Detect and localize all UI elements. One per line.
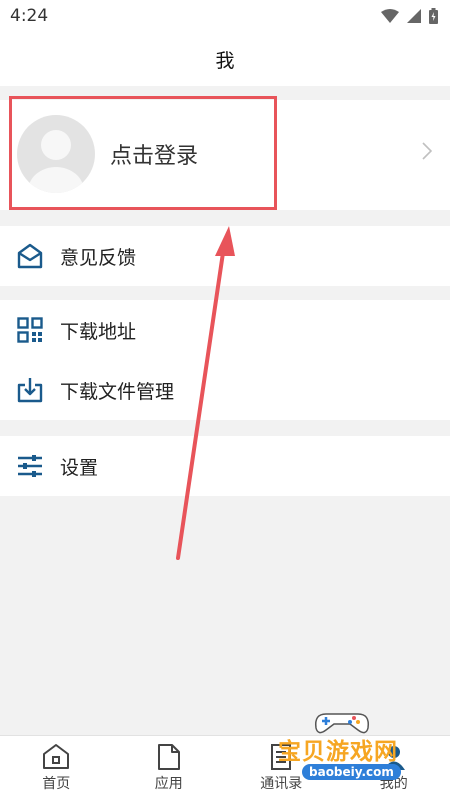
qr-code-icon <box>17 317 43 343</box>
status-bar: 4:24 <box>0 0 450 32</box>
signal-icon <box>407 9 421 23</box>
tab-profile[interactable]: 我的 <box>338 736 450 800</box>
tab-home[interactable]: 首页 <box>0 736 113 800</box>
gamepad-icon <box>314 713 370 734</box>
tab-label-apps: 应用 <box>154 776 183 792</box>
menu-label-settings: 设置 <box>60 456 99 479</box>
tab-label-contacts: 通讯录 <box>260 776 303 792</box>
download-section: 下载地址 下载文件管理 <box>0 300 450 420</box>
menu-label-feedback: 意见反馈 <box>60 246 137 269</box>
menu-item-download-manager[interactable]: 下载文件管理 <box>0 360 450 420</box>
wifi-icon <box>381 9 399 23</box>
menu-label-download-address: 下载地址 <box>60 320 137 343</box>
page-title: 我 <box>215 49 235 72</box>
profile-icon <box>382 746 405 770</box>
title-bar: 我 <box>0 32 450 86</box>
sliders-icon <box>18 455 42 477</box>
menu-label-download-manager: 下载文件管理 <box>60 380 175 403</box>
tab-contacts[interactable]: 通讯录 <box>225 736 338 800</box>
home-icon <box>43 744 70 769</box>
status-icons <box>381 8 438 24</box>
tab-apps[interactable]: 应用 <box>113 736 226 800</box>
menu-item-settings[interactable]: 设置 <box>0 436 450 496</box>
download-icon <box>17 378 43 403</box>
menu-item-feedback[interactable]: 意见反馈 <box>0 226 450 286</box>
status-time: 4:24 <box>10 6 49 26</box>
settings-section: 设置 <box>0 436 450 496</box>
highlight-box <box>9 96 277 210</box>
bottom-tab-bar: 首页 应用 通讯录 我的 <box>0 735 450 800</box>
tab-label-home: 首页 <box>42 776 71 792</box>
mail-icon <box>17 243 43 269</box>
menu-item-download-address[interactable]: 下载地址 <box>0 300 450 360</box>
chevron-right-icon <box>422 142 432 160</box>
feedback-section: 意见反馈 <box>0 226 450 286</box>
battery-icon <box>429 8 438 24</box>
contacts-icon <box>271 744 292 770</box>
file-icon <box>157 744 180 770</box>
tab-label-profile: 我的 <box>379 776 408 792</box>
